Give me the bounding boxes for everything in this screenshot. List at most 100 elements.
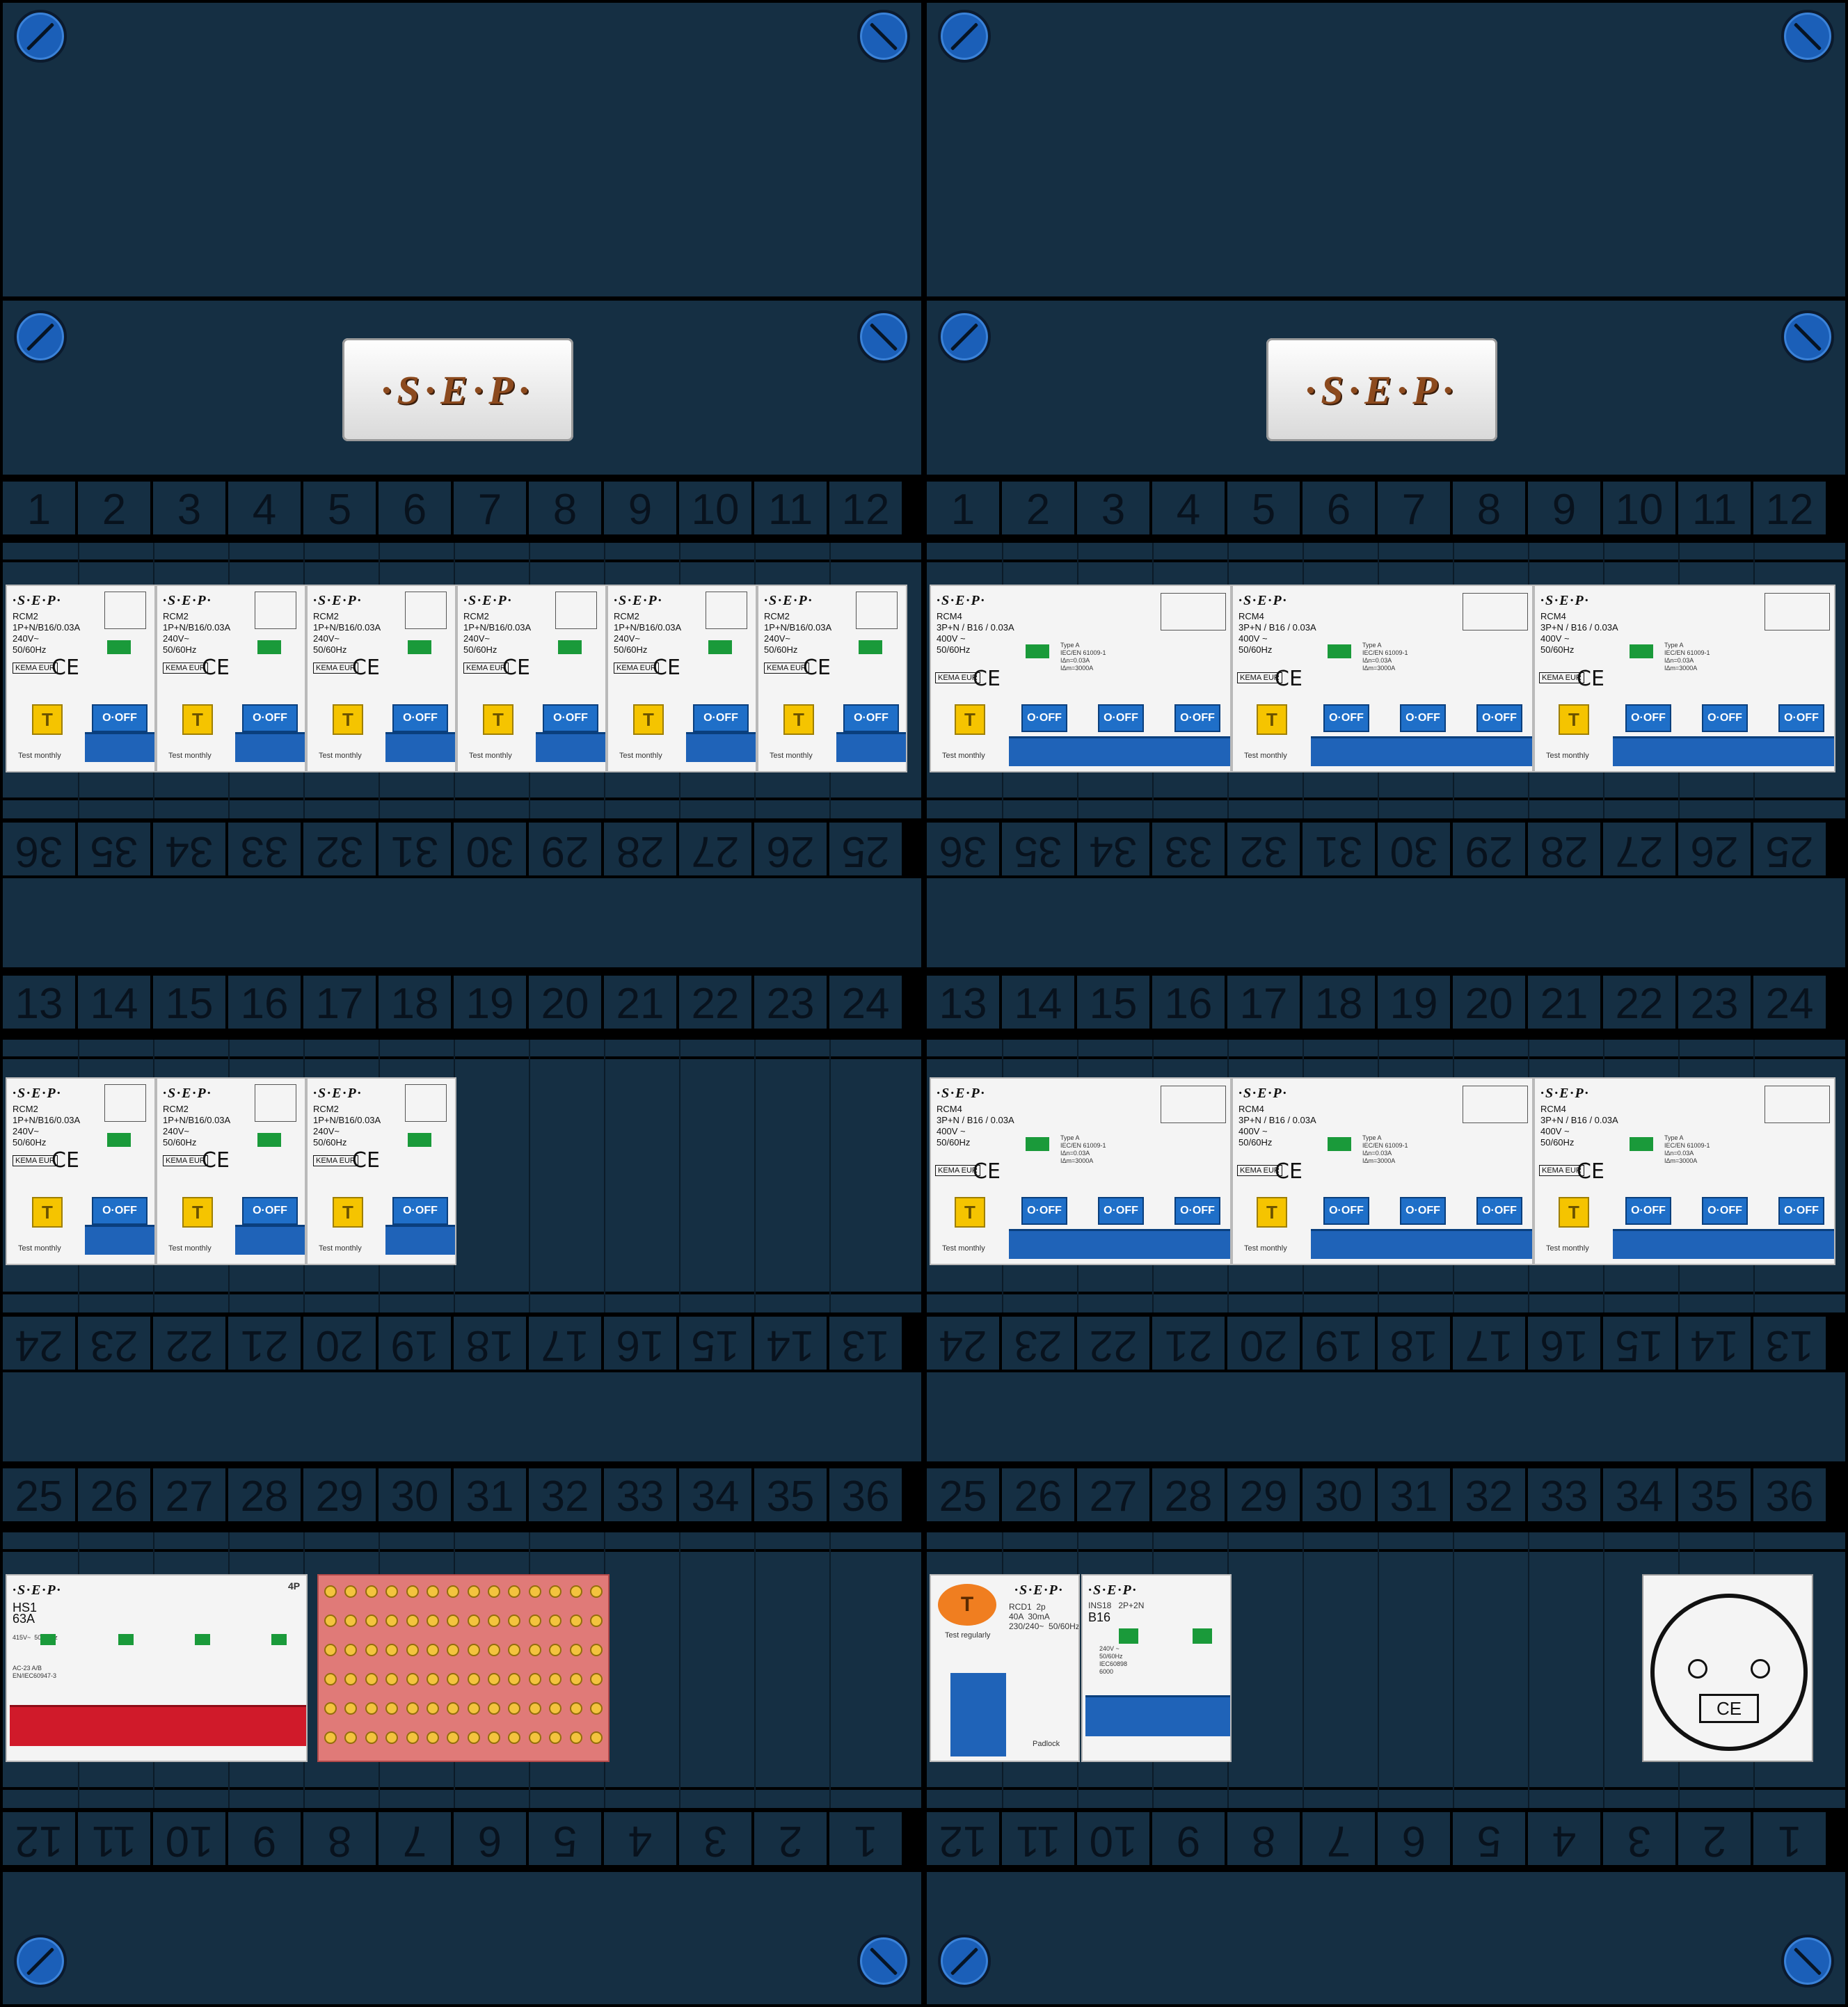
off-toggle[interactable]: O·OFF [1400, 1197, 1446, 1225]
number-label: 30 [1303, 1468, 1375, 1521]
terminal-screw [365, 1615, 378, 1627]
terminal-screw [447, 1585, 460, 1598]
off-toggle[interactable]: O·OFF [1021, 704, 1067, 732]
number-label: 27 [679, 823, 751, 875]
test-button[interactable]: T [32, 704, 63, 735]
off-toggle[interactable]: O·OFF [392, 704, 448, 732]
off-toggle[interactable]: O·OFF [543, 704, 598, 732]
test-button[interactable]: T [182, 704, 213, 735]
number-label: 34 [153, 823, 225, 875]
off-toggle[interactable]: O·OFF [1174, 704, 1220, 732]
blue-handle[interactable] [1085, 1695, 1230, 1736]
off-toggle[interactable]: O·OFF [843, 704, 899, 732]
rcm2-breaker: ·S·E·P· RCM2 1P+N/B16/0.03A 240V~ 50/60Hz… [156, 585, 306, 772]
terminal-screw [447, 1702, 460, 1715]
rail-divider [3, 560, 921, 562]
off-toggle[interactable]: O·OFF [1778, 704, 1824, 732]
test-button[interactable]: T [1559, 704, 1589, 735]
screw-icon [938, 310, 991, 363]
rcd1-breaker: T Test regularly ·S·E·P· RCD1 2p 40A 30mA 2… [930, 1574, 1080, 1762]
model-label: RCM4 3P+N / B16 / 0.03A 400V ~ 50/60Hz [937, 611, 1014, 655]
off-toggle[interactable]: O·OFF [1323, 1197, 1369, 1225]
off-toggle[interactable]: O·OFF [1625, 1197, 1671, 1225]
circuit-diagram-icon [1463, 1086, 1528, 1123]
off-toggle[interactable]: O·OFF [1174, 1197, 1220, 1225]
off-toggle[interactable]: O·OFF [1323, 704, 1369, 732]
spec-label: RCD1 2p 40A 30mA 230/240~ 50/60Hz [1009, 1602, 1080, 1631]
number-label: 35 [78, 823, 150, 875]
off-toggle[interactable]: O·OFF [1021, 1197, 1067, 1225]
off-toggle[interactable]: O·OFF [92, 1197, 148, 1225]
test-button[interactable]: T [333, 704, 363, 735]
off-toggle[interactable]: O·OFF [1098, 1197, 1144, 1225]
model-label: RCM4 3P+N / B16 / 0.03A 400V ~ 50/60Hz [1540, 1104, 1618, 1148]
model-label: RCM2 1P+N/B16/0.03A 240V~ 50/60Hz [463, 611, 532, 655]
blue-handle[interactable] [950, 1673, 1006, 1756]
test-button[interactable]: T [955, 1197, 985, 1228]
toggle-base [85, 732, 154, 762]
number-row: 1 2 3 4 5 6 7 8 9 10 11 12 [927, 482, 1829, 534]
off-toggle[interactable]: O·OFF [1702, 1197, 1748, 1225]
test-button[interactable]: T [938, 1584, 996, 1626]
red-handle[interactable] [10, 1705, 306, 1746]
spec-label: Type A IEC/EN 61009-1 IΔn=0.03A IΔm=3000… [1362, 642, 1408, 672]
off-toggle[interactable]: O·OFF [693, 704, 749, 732]
number-label: 10 [679, 482, 751, 534]
test-button[interactable]: T [483, 704, 513, 735]
terminal-screw [589, 1673, 603, 1685]
test-button[interactable]: T [1559, 1197, 1589, 1228]
test-button[interactable]: T [32, 1197, 63, 1228]
off-toggle[interactable]: O·OFF [242, 1197, 298, 1225]
number-label: 3 [153, 482, 225, 534]
number-label: 13 [1753, 1317, 1826, 1370]
off-toggle[interactable]: O·OFF [92, 704, 148, 732]
terminal-screw [508, 1615, 521, 1627]
cover-top [3, 3, 921, 296]
number-label: 16 [604, 1317, 676, 1370]
number-label: 18 [1378, 1317, 1450, 1370]
screw-icon [14, 1935, 67, 1988]
number-label: 28 [228, 1468, 301, 1521]
off-toggle[interactable]: O·OFF [1476, 704, 1522, 732]
number-label: 36 [927, 823, 999, 875]
off-toggle[interactable]: O·OFF [1625, 704, 1671, 732]
terminal-screw [589, 1731, 603, 1744]
spec-label: Type A IEC/EN 61009-1 IΔn=0.03A IΔm=3000… [1060, 1134, 1106, 1164]
terminal-screw [365, 1731, 378, 1744]
test-button[interactable]: T [955, 704, 985, 735]
cover-bottom [3, 1872, 921, 2004]
left-panel: ·S·E·P· 1 2 3 4 5 6 7 8 9 10 11 12 36 35 34 33 32 31 30 29 28… [0, 0, 924, 2007]
rcm2-breaker: ·S·E·P· RCM2 1P+N/B16/0.03A 240V~ 50/60Hz… [456, 585, 607, 772]
off-toggle[interactable]: O·OFF [242, 704, 298, 732]
off-toggle[interactable]: O·OFF [1476, 1197, 1522, 1225]
toggle-base [1009, 1229, 1230, 1259]
test-button[interactable]: T [1257, 1197, 1287, 1228]
terminal-screw [508, 1673, 521, 1685]
number-label: 10 [153, 1812, 225, 1865]
number-label: 31 [1303, 823, 1375, 875]
off-toggle[interactable]: O·OFF [1400, 704, 1446, 732]
model-label: RCM2 1P+N/B16/0.03A 240V~ 50/60Hz [614, 611, 682, 655]
test-button[interactable]: T [182, 1197, 213, 1228]
number-row: 12 11 10 9 8 7 6 5 4 3 2 1 [927, 1812, 1829, 1865]
test-button[interactable]: T [633, 704, 664, 735]
test-button[interactable]: T [333, 1197, 363, 1228]
number-label: 35 [754, 1468, 827, 1521]
terminal-screw [324, 1731, 337, 1744]
terminal-screw [385, 1644, 399, 1656]
off-toggle[interactable]: O·OFF [1702, 704, 1748, 732]
off-toggle[interactable]: O·OFF [1098, 704, 1144, 732]
number-row: 24 23 22 21 20 19 18 17 16 15 14 13 [927, 1317, 1829, 1370]
number-label: 1 [927, 482, 999, 534]
sep-logo-text: ·S·E·P· [1305, 367, 1459, 413]
wall-socket[interactable]: CE [1642, 1574, 1813, 1762]
off-toggle[interactable]: O·OFF [1778, 1197, 1824, 1225]
test-button[interactable]: T [783, 704, 814, 735]
test-button[interactable]: T [1257, 704, 1287, 735]
number-label: 30 [1378, 823, 1450, 875]
test-label: Test monthly [770, 752, 813, 760]
status-indicator [859, 640, 882, 654]
off-toggle[interactable]: O·OFF [392, 1197, 448, 1225]
terminal-screw [406, 1702, 419, 1715]
slot-divider [679, 1532, 680, 1808]
